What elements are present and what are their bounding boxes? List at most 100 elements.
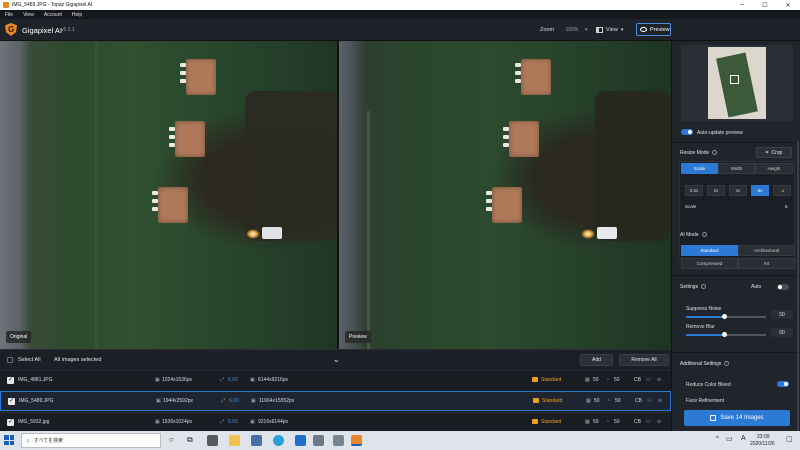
blur-icon: ◔ [606,419,610,425]
ime-indicator[interactable]: A [741,435,746,442]
resize-mode-title: Resize Mode [680,150,718,156]
preview-button[interactable]: Preview [636,23,671,36]
scale-option-6x[interactable]: 6x [751,185,769,196]
file-checkbox[interactable]: ✓ [7,377,14,384]
tab-height[interactable]: Height [755,163,793,174]
remove-blur-slider[interactable] [722,332,727,337]
scale-option-custom[interactable]: ..x [773,185,791,196]
file-row[interactable]: ✓ IMG_5932.jpg ▣ 1536x1024px ⤢ 6.00 ▣ 92… [0,412,671,431]
minimize-button[interactable]: ─ [730,0,754,10]
help-icon[interactable] [712,150,718,156]
close-button[interactable]: ✕ [776,0,800,10]
file-checkbox[interactable]: ✓ [7,419,14,426]
reduce-color-bleed-toggle[interactable] [777,381,789,387]
mail-icon[interactable] [295,435,306,446]
blur-value: 50 [614,419,620,425]
menu-file[interactable]: File [5,12,13,18]
select-all-label[interactable]: Select All [18,357,41,363]
collapse-list-chevron-icon[interactable]: ⌄ [333,355,340,364]
scale-input[interactable]: 6 [785,204,788,209]
scale-label: Scale [685,204,697,209]
maximize-button[interactable]: ☐ [753,0,777,10]
gigapixel-logo-icon [5,23,17,36]
app-drawing-icon[interactable] [207,435,218,446]
clock-date[interactable]: 2020/11/26 [750,441,775,447]
add-button[interactable]: Add [580,354,613,366]
ai-mode-standard[interactable]: Standard [681,245,738,256]
menu-view[interactable]: View [23,12,34,18]
person-icon: ⚇ [646,419,651,425]
smd-chip [158,187,188,223]
auto-settings-toggle[interactable] [777,284,789,290]
chip-pin [180,79,186,83]
save-images-button[interactable]: Save 14 Images [684,410,790,426]
settings-title: Settings [680,284,707,290]
settings-text: Settings [680,284,699,290]
chip-pin [515,71,521,75]
scale-option-2x[interactable]: 2x [707,185,725,196]
file-row[interactable]: ✓ IMG_4881.JPG ▣ 1024x1536px ⤢ 6.00 ▣ 61… [0,370,671,390]
menu-account[interactable]: Account [44,12,62,18]
network-icon[interactable]: ▭ [726,435,733,443]
help-icon[interactable] [724,361,730,367]
additional-settings-text: Additional Settings [680,361,722,367]
clock-time[interactable]: 23:09 [757,434,770,440]
notification-icon[interactable]: ▢ [786,435,793,443]
file-name: IMG_5932.jpg [18,419,50,425]
help-icon[interactable] [701,284,707,290]
suppress-noise-slider[interactable] [722,314,727,319]
app-window-icon[interactable] [333,435,344,446]
tab-width[interactable]: Width [718,163,755,174]
scale-value: 6.00 [228,377,238,383]
cortana-icon[interactable]: ○ [169,435,174,444]
view-button[interactable]: View ▾ [596,24,630,35]
preview-pane-label: Preview [345,331,371,343]
resize-mode-text: Resize Mode [680,150,710,156]
store-icon[interactable] [251,435,262,446]
menu-bar: File View Account Help [0,10,800,19]
suppress-noise-value[interactable]: 50 [771,310,793,319]
file-checkbox[interactable]: ✓ [8,398,15,405]
model-tag: Standard [532,419,561,425]
viewport-indicator[interactable] [730,75,739,84]
preview-image-pane[interactable]: Preview [339,41,671,349]
scale-option-0-5x[interactable]: 0.5x [685,185,703,196]
panel-scrollbar[interactable] [797,141,799,431]
remove-file-icon[interactable]: ⊖ [658,398,662,404]
ai-mode-art[interactable]: Art [738,258,795,269]
app-box-icon[interactable] [313,435,324,446]
output-icon: ▣ [250,419,255,425]
crop-button[interactable]: ⌗ Crop [756,147,792,158]
file-explorer-icon[interactable] [229,435,240,446]
taskbar-search-box[interactable]: ⌕ すべてを検索 [21,433,161,448]
auto-label: Auto [751,284,762,290]
original-label: Original [6,331,32,343]
task-view-icon[interactable]: ⧉ [187,435,193,445]
person-icon: ⚇ [647,398,652,404]
help-icon[interactable] [701,232,707,238]
blur-icon: ◔ [606,377,610,383]
scale-option-4x[interactable]: 4x [729,185,747,196]
select-all-checkbox[interactable] [7,357,13,363]
remove-all-button[interactable]: Remove All [619,354,669,366]
gigapixel-taskbar-icon[interactable] [351,435,362,446]
output-size: 9216x6144px [258,419,289,425]
start-windows-icon[interactable] [4,435,14,445]
remove-file-icon[interactable]: ⊖ [657,419,661,425]
edge-browser-icon[interactable] [273,435,284,446]
zoom-select[interactable]: 100% [559,24,585,35]
remove-file-icon[interactable]: ⊖ [657,377,661,383]
tray-chevron-icon[interactable]: ^ [716,436,719,442]
original-image-pane[interactable]: Original [0,41,337,349]
ai-mode-title: AI Mode [680,232,707,238]
tab-scale[interactable]: Scale [681,163,718,174]
menu-help[interactable]: Help [72,12,82,18]
remove-blur-value[interactable]: 50 [771,328,793,337]
blur-icon: ◔ [607,398,611,404]
ai-mode-compressed[interactable]: Compressed [681,258,738,269]
file-row-selected[interactable]: ✓ IMG_5489.JPG ▣ 1944x2592px ⤢ 6.00 ▣ 11… [0,391,671,411]
zoom-dropdown-icon[interactable]: ▾ [585,27,588,33]
ai-mode-architectural[interactable]: Architectural [738,245,795,256]
navigator-thumbnail[interactable] [681,45,793,121]
auto-update-toggle[interactable] [681,129,693,135]
